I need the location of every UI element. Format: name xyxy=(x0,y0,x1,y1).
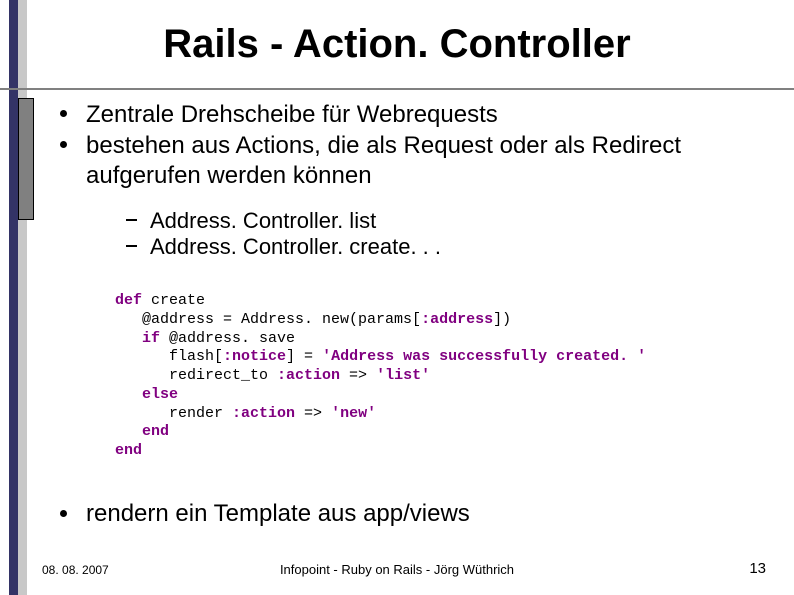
slide-title: Rails - Action. Controller xyxy=(0,22,794,67)
bullet-item: bestehen aus Actions, die als Request od… xyxy=(52,131,782,260)
sub-bullet-item: Address. Controller. create. . . xyxy=(126,234,782,260)
code-block: def create @address = Address. new(param… xyxy=(115,292,646,461)
bullet-item: rendern ein Template aus app/views xyxy=(52,500,782,528)
bullet-item: Zentrale Drehscheibe für Webrequests xyxy=(52,100,782,129)
last-bullet-container: rendern ein Template aus app/views xyxy=(52,500,782,528)
footer-center: Infopoint - Ruby on Rails - Jörg Wüthric… xyxy=(0,562,794,577)
footer-page-number: 13 xyxy=(749,560,766,577)
bullet-text: bestehen aus Actions, die als Request od… xyxy=(86,132,681,188)
sub-bullet-item: Address. Controller. list xyxy=(126,208,782,234)
title-underline xyxy=(0,88,794,90)
slide-content: Zentrale Drehscheibe für Webrequests bes… xyxy=(52,100,782,263)
